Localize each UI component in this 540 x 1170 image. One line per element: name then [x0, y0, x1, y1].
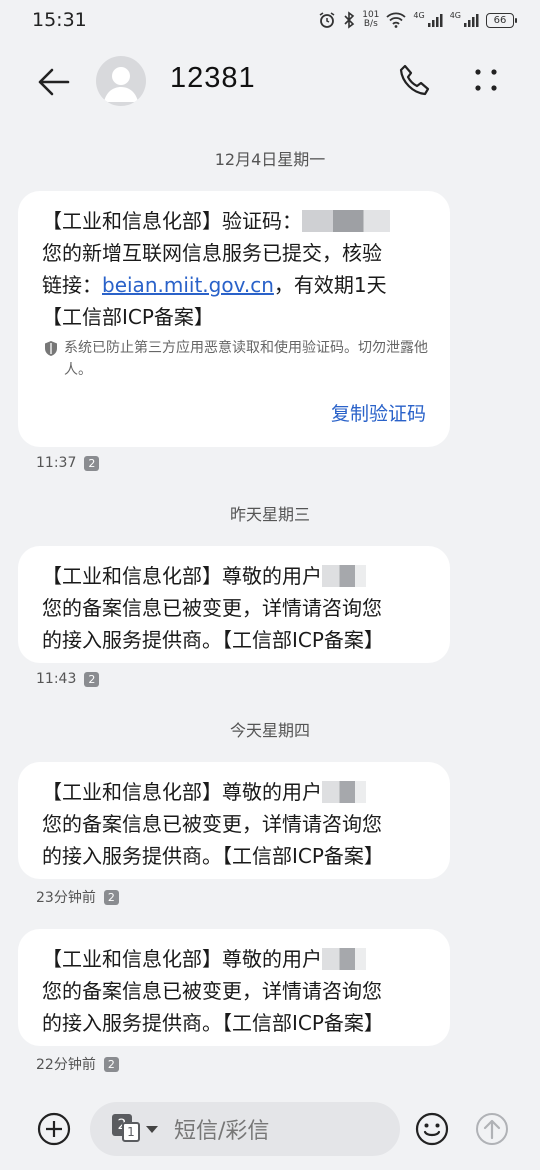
sim-card-icon: 2 1 — [112, 1114, 142, 1144]
message-input[interactable]: 2 1 短信/彩信 — [90, 1102, 400, 1156]
plus-circle-icon[interactable] — [36, 1111, 72, 1147]
message-bubble[interactable]: 【工业和信息化部】验证码： 您的新增互联网信息服务已提交，核验 链接：beian… — [18, 191, 450, 447]
security-note: 系统已防止第三方应用恶意读取和使用验证码。切勿泄露他人。 — [18, 333, 450, 381]
message-line: 您的备案信息已被变更，详情请咨询您 — [42, 812, 382, 836]
signal-1-label: 4G — [413, 11, 425, 20]
message-meta: 23分钟前 2 — [36, 887, 119, 907]
message-line: 的接入服务提供商。【工信部ICP备案】 — [42, 1011, 384, 1035]
message-body: 【工业和信息化部】尊敬的用户 您的备案信息已被变更，详情请咨询您 的接入服务提供… — [18, 762, 450, 872]
message-meta: 11:43 2 — [36, 671, 100, 687]
verification-link[interactable]: beian.miit.gov.cn — [102, 273, 274, 297]
message-body: 【工业和信息化部】尊敬的用户 您的备案信息已被变更，详情请咨询您 的接入服务提供… — [18, 546, 450, 656]
redacted-user — [322, 948, 366, 970]
date-separator: 昨天星期三 — [229, 505, 310, 524]
message-bubble[interactable]: 【工业和信息化部】尊敬的用户 您的备案信息已被变更，详情请咨询您 的接入服务提供… — [18, 929, 450, 1046]
sim-front-label: 1 — [122, 1122, 140, 1142]
status-time: 15:31 — [32, 9, 87, 31]
person-icon — [104, 67, 138, 102]
avatar[interactable] — [96, 56, 146, 106]
message-line: 的接入服务提供商。【工信部ICP备案】 — [42, 844, 384, 868]
date-separator: 今天星期四 — [229, 721, 310, 740]
contact-name: 12381 — [170, 62, 256, 94]
message-line: 【工业和信息化部】验证码： — [42, 209, 302, 233]
message-line: 【工业和信息化部】尊敬的用户 — [42, 947, 322, 971]
copy-code-button[interactable]: 复制验证码 — [331, 399, 426, 426]
message-line: 的接入服务提供商。【工信部ICP备案】 — [42, 628, 384, 652]
message-line: 您的新增互联网信息服务已提交，核验 — [42, 241, 382, 265]
chevron-down-icon — [146, 1125, 158, 1133]
sim-badge: 2 — [84, 455, 100, 471]
message-meta: 11:37 2 — [36, 455, 100, 471]
alarm-icon — [319, 12, 335, 28]
message-line: 【工信部ICP备案】 — [42, 305, 214, 329]
signal-2-label: 4G — [449, 11, 461, 20]
bluetooth-icon — [344, 11, 355, 29]
message-line: 您的备案信息已被变更，详情请咨询您 — [42, 979, 382, 1003]
redacted-code — [302, 210, 390, 232]
message-line: ，有效期1天 — [273, 273, 387, 297]
message-bubble[interactable]: 【工业和信息化部】尊敬的用户 您的备案信息已被变更，详情请咨询您 的接入服务提供… — [18, 546, 450, 663]
message-body: 【工业和信息化部】尊敬的用户 您的备案信息已被变更，详情请咨询您 的接入服务提供… — [18, 929, 450, 1039]
message-body: 【工业和信息化部】验证码： 您的新增互联网信息服务已提交，核验 链接：beian… — [18, 191, 450, 333]
redacted-user — [322, 565, 366, 587]
date-separator: 12月4日星期一 — [214, 150, 326, 169]
message-line: 您的备案信息已被变更，详情请咨询您 — [42, 596, 382, 620]
status-bar: 15:31 101 B/s 4G 4G 66 — [0, 0, 540, 40]
message-time: 11:43 — [36, 671, 77, 687]
security-note-text: 系统已防止第三方应用恶意读取和使用验证码。切勿泄露他人。 — [64, 340, 428, 378]
smiley-icon[interactable] — [414, 1111, 450, 1147]
signal-1-icon — [427, 14, 443, 27]
message-line: 【工业和信息化部】尊敬的用户 — [42, 780, 322, 804]
message-time: 22分钟前 — [36, 1057, 96, 1073]
arrow-up-circle-icon[interactable] — [474, 1111, 510, 1147]
battery-icon: 66 — [486, 12, 517, 28]
net-speed: 101 B/s — [362, 11, 379, 29]
compose-bar: 2 1 短信/彩信 — [0, 1086, 540, 1170]
input-placeholder: 短信/彩信 — [174, 1119, 270, 1144]
more-dots-icon[interactable] — [470, 62, 502, 98]
phone-icon[interactable] — [396, 62, 432, 98]
status-icons: 101 B/s 4G 4G 66 — [318, 11, 517, 29]
sim-selector[interactable]: 2 1 — [112, 1114, 158, 1144]
message-line: 【工业和信息化部】尊敬的用户 — [42, 564, 322, 588]
net-speed-unit: B/s — [363, 19, 378, 29]
wifi-icon — [386, 12, 407, 28]
message-bubble[interactable]: 【工业和信息化部】尊敬的用户 您的备案信息已被变更，详情请咨询您 的接入服务提供… — [18, 762, 450, 879]
battery-level: 66 — [493, 14, 507, 26]
arrow-left-icon[interactable] — [36, 64, 72, 100]
conversation-header: 12381 — [0, 44, 540, 118]
redacted-user — [322, 781, 366, 803]
message-meta: 22分钟前 2 — [36, 1054, 119, 1074]
sim-badge: 2 — [103, 1056, 119, 1072]
message-line: 链接： — [42, 273, 102, 297]
message-time: 11:37 — [36, 455, 77, 471]
signal-2-icon — [464, 14, 479, 27]
sim-badge: 2 — [84, 671, 100, 687]
shield-icon — [45, 341, 57, 356]
message-time: 23分钟前 — [36, 890, 96, 906]
sim-badge: 2 — [103, 889, 119, 905]
